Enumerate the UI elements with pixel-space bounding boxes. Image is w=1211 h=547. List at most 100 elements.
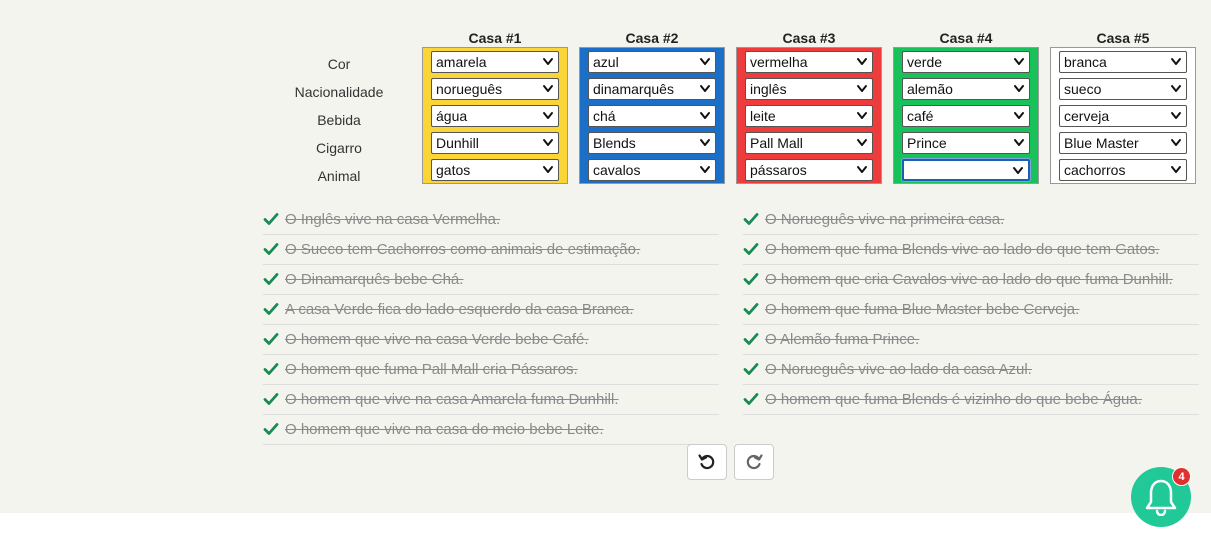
chevron-down-icon: [700, 166, 710, 173]
select-animal-house-4[interactable]: [902, 159, 1030, 181]
select-value: chá: [593, 108, 616, 124]
chevron-down-icon: [1014, 112, 1024, 119]
select-cigarro-house-4[interactable]: Prince: [902, 132, 1030, 154]
clue-item[interactable]: A casa Verde fica do lado esquerdo da ca…: [263, 295, 719, 325]
select-cor-house-4[interactable]: verde: [902, 51, 1030, 73]
chevron-down-icon: [543, 166, 553, 173]
chevron-down-icon: [857, 85, 867, 92]
clue-item[interactable]: O homem que vive na casa do meio bebe Le…: [263, 415, 719, 445]
clue-item[interactable]: O Alemão fuma Prince.: [743, 325, 1199, 355]
clue-text: O homem que vive na casa do meio bebe Le…: [285, 421, 604, 438]
house-3: Casa #3 vermelha inglês leite Pall Mall pássa…: [736, 30, 882, 184]
select-animal-house-1[interactable]: gatos: [431, 159, 559, 181]
house-1: Casa #1 amarela norueguês água Dunhill gatos: [422, 30, 568, 184]
select-bebida-house-5[interactable]: cerveja: [1059, 105, 1187, 127]
chevron-down-icon: [1171, 58, 1181, 65]
select-bebida-house-4[interactable]: café: [902, 105, 1030, 127]
select-nacionalidade-house-1[interactable]: norueguês: [431, 78, 559, 100]
check-icon: [263, 333, 279, 345]
page-background: Cor Nacionalidade Bebida Cigarro Animal …: [0, 0, 1211, 513]
clue-item[interactable]: O Norueguês vive ao lado da casa Azul.: [743, 355, 1199, 385]
clue-text: O Dinamarquês bebe Chá.: [285, 271, 464, 288]
clue-text: O homem que vive na casa Verde bebe Café…: [285, 331, 589, 348]
row-label-cigarro: Cigarro: [316, 140, 362, 156]
clue-item[interactable]: O Dinamarquês bebe Chá.: [263, 265, 719, 295]
select-cor-house-1[interactable]: amarela: [431, 51, 559, 73]
select-cor-house-2[interactable]: azul: [588, 51, 716, 73]
select-animal-house-5[interactable]: cachorros: [1059, 159, 1187, 181]
clue-item[interactable]: O Sueco tem Cachorros como animais de es…: [263, 235, 719, 265]
house-4: Casa #4 verde alemão café Prince: [893, 30, 1039, 184]
select-nacionalidade-house-2[interactable]: dinamarquês: [588, 78, 716, 100]
select-value: norueguês: [436, 81, 503, 97]
select-value: Prince: [907, 135, 947, 151]
select-value: Blue Master: [1064, 135, 1139, 151]
check-icon: [743, 243, 759, 255]
undo-button[interactable]: [687, 444, 727, 480]
clue-item[interactable]: O homem que fuma Blue Master bebe Cervej…: [743, 295, 1199, 325]
clue-text: O homem que fuma Blends é vizinho do que…: [765, 391, 1142, 408]
select-cigarro-house-5[interactable]: Blue Master: [1059, 132, 1187, 154]
check-icon: [263, 363, 279, 375]
select-value: cerveja: [1064, 108, 1110, 124]
check-icon: [743, 333, 759, 345]
select-nacionalidade-house-5[interactable]: sueco: [1059, 78, 1187, 100]
clue-item[interactable]: O homem que cria Cavalos vive ao lado do…: [743, 265, 1199, 295]
check-icon: [743, 363, 759, 375]
clue-item[interactable]: O Inglês vive na casa Vermelha.: [263, 205, 719, 235]
clue-text: O Inglês vive na casa Vermelha.: [285, 211, 501, 228]
clue-text: O Norueguês vive ao lado da casa Azul.: [765, 361, 1032, 378]
clue-item[interactable]: O homem que fuma Blends é vizinho do que…: [743, 385, 1199, 415]
chevron-down-icon: [857, 112, 867, 119]
select-cor-house-5[interactable]: branca: [1059, 51, 1187, 73]
chevron-down-icon: [1014, 139, 1024, 146]
undo-icon: [698, 454, 715, 470]
select-value: leite: [750, 108, 776, 124]
clue-item[interactable]: O homem que fuma Pall Mall cria Pássaros…: [263, 355, 719, 385]
clue-text: O homem que fuma Blends vive ao lado do …: [765, 241, 1160, 258]
clue-item[interactable]: O homem que fuma Blends vive ao lado do …: [743, 235, 1199, 265]
check-icon: [263, 273, 279, 285]
house-color-box: amarela norueguês água Dunhill gatos: [422, 47, 568, 184]
select-animal-house-2[interactable]: cavalos: [588, 159, 716, 181]
bell-icon: [1145, 479, 1177, 516]
check-icon: [263, 243, 279, 255]
check-icon: [743, 213, 759, 225]
select-value: água: [436, 108, 468, 124]
select-value: cachorros: [1064, 162, 1126, 178]
select-value: alemão: [907, 81, 953, 97]
chevron-down-icon: [1171, 85, 1181, 92]
redo-icon: [746, 454, 763, 470]
chevron-down-icon: [857, 139, 867, 146]
select-bebida-house-3[interactable]: leite: [745, 105, 873, 127]
check-icon: [263, 213, 279, 225]
select-value: pássaros: [750, 162, 807, 178]
chevron-down-icon: [543, 139, 553, 146]
house-color-box: verde alemão café Prince: [893, 47, 1039, 184]
select-cigarro-house-1[interactable]: Dunhill: [431, 132, 559, 154]
clue-item[interactable]: O homem que vive na casa Amarela fuma Du…: [263, 385, 719, 415]
clue-item[interactable]: O Norueguês vive na primeira casa.: [743, 205, 1199, 235]
select-cigarro-house-3[interactable]: Pall Mall: [745, 132, 873, 154]
select-value: branca: [1064, 54, 1107, 70]
select-cor-house-3[interactable]: vermelha: [745, 51, 873, 73]
chevron-down-icon: [543, 112, 553, 119]
row-label-nacionalidade: Nacionalidade: [294, 84, 384, 100]
chevron-down-icon: [1171, 139, 1181, 146]
select-animal-house-3[interactable]: pássaros: [745, 159, 873, 181]
select-value: inglês: [750, 81, 787, 97]
chevron-down-icon: [700, 112, 710, 119]
select-cigarro-house-2[interactable]: Blends: [588, 132, 716, 154]
row-labels: Cor Nacionalidade Bebida Cigarro Animal: [280, 50, 398, 190]
clue-list-right: O Norueguês vive na primeira casa. O home…: [743, 205, 1199, 415]
chevron-down-icon: [857, 166, 867, 173]
select-bebida-house-2[interactable]: chá: [588, 105, 716, 127]
select-value: cavalos: [593, 162, 641, 178]
redo-button[interactable]: [734, 444, 774, 480]
clue-text: O Sueco tem Cachorros como animais de es…: [285, 241, 641, 258]
select-nacionalidade-house-4[interactable]: alemão: [902, 78, 1030, 100]
check-icon: [743, 273, 759, 285]
select-nacionalidade-house-3[interactable]: inglês: [745, 78, 873, 100]
select-bebida-house-1[interactable]: água: [431, 105, 559, 127]
clue-item[interactable]: O homem que vive na casa Verde bebe Café…: [263, 325, 719, 355]
